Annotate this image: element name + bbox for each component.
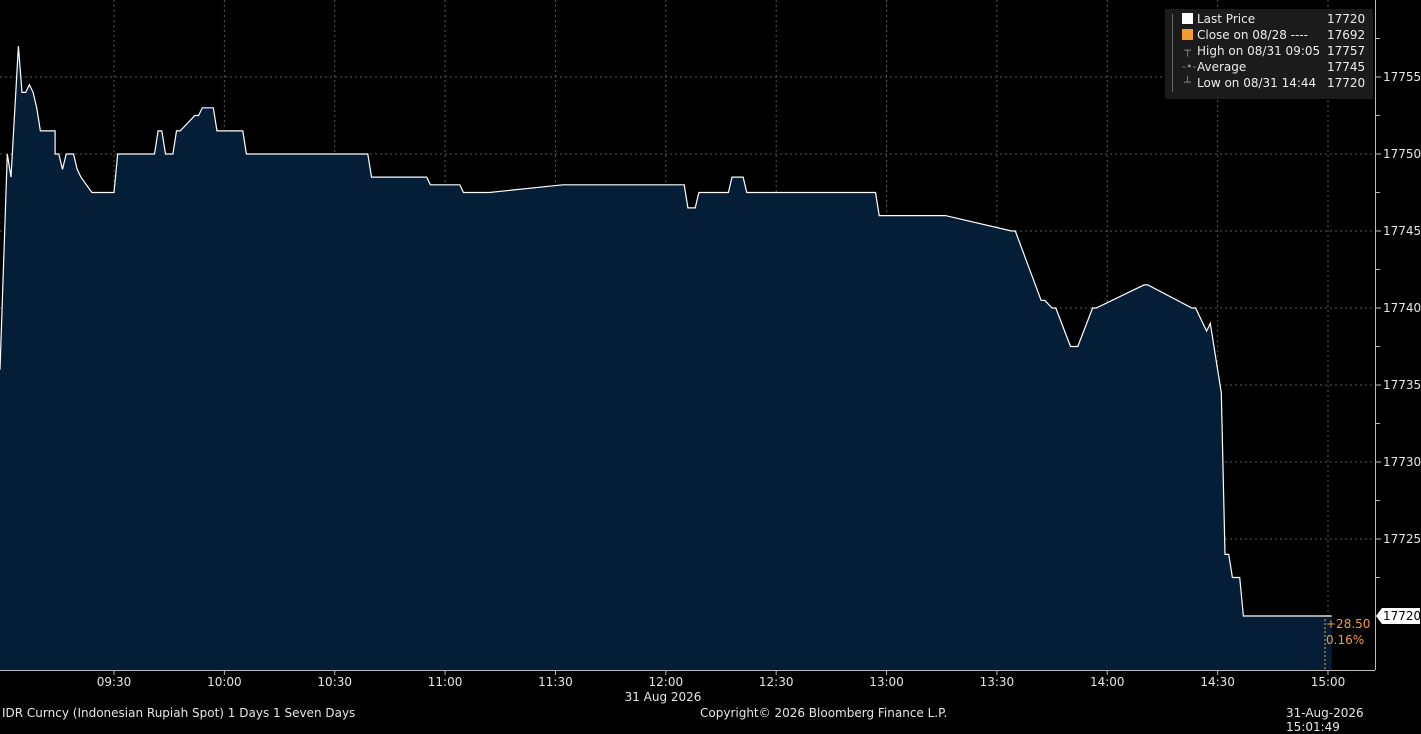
legend-label: Average xyxy=(1197,60,1247,74)
legend-value: 17720 xyxy=(1327,12,1366,26)
legend-row-last-price[interactable]: Last Price 17720 xyxy=(1165,11,1373,27)
legend-row-low[interactable]: ┴ Low on 08/31 14:44 17720 xyxy=(1165,75,1373,91)
legend-value: 17745 xyxy=(1327,60,1366,74)
legend-row-close[interactable]: Close on 08/28 ---- 17692 xyxy=(1165,27,1373,43)
x-tick-label: 14:30 xyxy=(1200,675,1235,689)
x-tick-label: 11:00 xyxy=(428,675,463,689)
x-tick-label: 13:00 xyxy=(869,675,904,689)
x-tick-label: 10:30 xyxy=(317,675,352,689)
legend-value: 17720 xyxy=(1327,76,1366,90)
legend-label: Close on 08/28 ---- xyxy=(1197,28,1308,42)
y-tick-label: 17745 xyxy=(1383,224,1421,238)
x-tick-label: 12:00 xyxy=(649,675,684,689)
y-tick-label: 17755 xyxy=(1383,70,1421,84)
y-tick-label: 17735 xyxy=(1383,378,1421,392)
average-dot-icon: -•- xyxy=(1182,60,1197,73)
change-percent: 0.16% xyxy=(1326,633,1365,647)
x-axis: 09:30 10:00 10:30 11:00 11:30 12:00 12:30 13:00… xyxy=(0,670,1375,704)
legend-value: 17757 xyxy=(1327,44,1366,58)
security-description: IDR Curncy (Indonesian Rupiah Spot) 1 Da… xyxy=(2,706,356,720)
orange-square-icon xyxy=(1182,29,1193,40)
legend-value: 17692 xyxy=(1327,28,1366,42)
last-price-tag-label: 17720 xyxy=(1383,609,1421,623)
y-tick-label: 17740 xyxy=(1383,301,1421,315)
date-label: 31 Aug 2026 xyxy=(625,690,702,704)
y-tick-label: 17750 xyxy=(1383,147,1421,161)
legend-label: Last Price xyxy=(1197,12,1256,26)
high-tick-icon: ┬ xyxy=(1184,44,1191,57)
legend-label: High on 08/31 09:05 xyxy=(1197,44,1321,58)
x-tick-label: 12:30 xyxy=(759,675,794,689)
timestamp: 31-Aug-2026 15:01:49 xyxy=(1286,706,1364,734)
y-tick-label: 17730 xyxy=(1383,455,1421,469)
x-tick-label: 15:00 xyxy=(1311,675,1346,689)
y-tick-label: 17725 xyxy=(1383,532,1421,546)
change-absolute: +28.50 xyxy=(1326,617,1371,631)
copyright: Copyright© 2026 Bloomberg Finance L.P. xyxy=(700,706,948,720)
x-tick-label: 14:00 xyxy=(1090,675,1125,689)
x-tick-label: 13:30 xyxy=(980,675,1015,689)
legend-row-high[interactable]: ┬ High on 08/31 09:05 17757 xyxy=(1165,43,1373,59)
legend-label: Low on 08/31 14:44 xyxy=(1197,76,1317,90)
x-tick-label: 09:30 xyxy=(97,675,132,689)
y-axis: 17725 17730 17735 17740 17745 17750 17755 xyxy=(1375,0,1421,670)
legend: Last Price 17720 Close on 08/28 ---- 176… xyxy=(1165,9,1373,99)
white-square-icon xyxy=(1182,13,1193,24)
low-tick-icon: ┴ xyxy=(1184,76,1191,89)
price-chart: 17725 17730 17735 17740 17745 17750 17755 09:3… xyxy=(0,0,1421,704)
legend-row-average[interactable]: -•- Average 17745 xyxy=(1165,59,1373,75)
x-tick-label: 10:00 xyxy=(207,675,242,689)
x-tick-label: 11:30 xyxy=(538,675,573,689)
